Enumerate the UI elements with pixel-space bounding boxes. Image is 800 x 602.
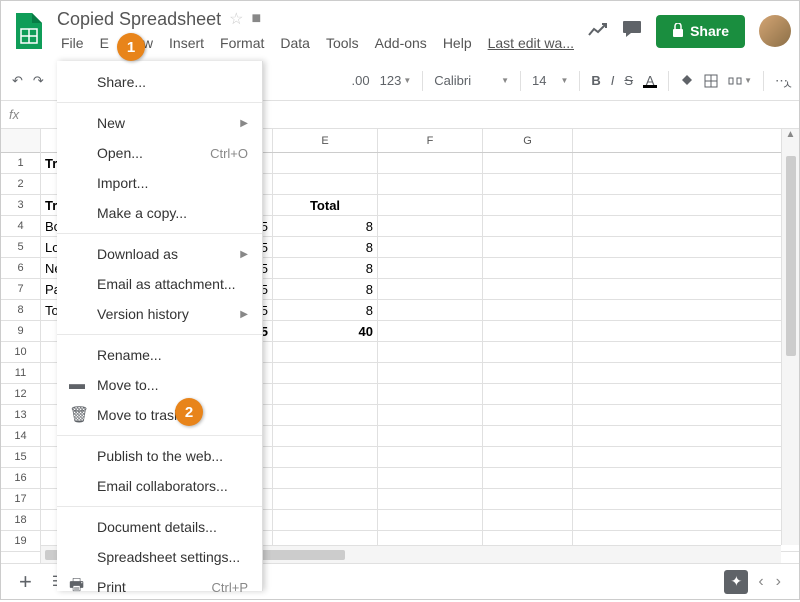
undo-button[interactable]: ↶ bbox=[9, 69, 26, 93]
expand-icon[interactable]: ㅅ bbox=[782, 76, 793, 93]
menu-open[interactable]: Open...Ctrl+O bbox=[57, 138, 262, 168]
bold-button[interactable]: B bbox=[588, 69, 603, 92]
menu-import[interactable]: Import... bbox=[57, 168, 262, 198]
print-icon: 🖶 bbox=[69, 574, 84, 601]
folder-icon[interactable]: ■ bbox=[251, 10, 261, 28]
add-sheet-button[interactable]: + bbox=[9, 569, 42, 595]
scroll-up-icon[interactable]: ▲ bbox=[783, 129, 799, 140]
file-menu-dropdown: Share... New▶ Open...Ctrl+O Import... Ma… bbox=[57, 61, 263, 591]
chevron-right-icon: ▶ bbox=[240, 249, 248, 260]
menu-new[interactable]: New▶ bbox=[57, 108, 262, 138]
scroll-thumb[interactable] bbox=[786, 156, 796, 356]
callout-badge: 1 bbox=[117, 33, 145, 61]
cell[interactable]: 8 bbox=[273, 237, 378, 257]
folder-icon: ▬ bbox=[69, 376, 85, 394]
chevron-right-icon: ▶ bbox=[240, 118, 248, 129]
cell[interactable]: 8 bbox=[273, 258, 378, 278]
menu-edit[interactable]: E bbox=[92, 32, 117, 54]
row-header[interactable]: 17 bbox=[1, 489, 40, 510]
callout-badge: 2 bbox=[175, 398, 203, 426]
italic-button[interactable]: I bbox=[608, 69, 618, 92]
cell[interactable]: 8 bbox=[273, 279, 378, 299]
explore-button[interactable]: ✦ bbox=[724, 570, 748, 594]
menu-email-attachment[interactable]: Email as attachment... bbox=[57, 269, 262, 299]
col-header[interactable]: G bbox=[483, 129, 573, 152]
cell[interactable]: 40 bbox=[273, 321, 378, 341]
menu-doc-details[interactable]: Document details... bbox=[57, 512, 262, 542]
doc-title[interactable]: Copied Spreadsheet bbox=[57, 9, 221, 30]
row-header[interactable]: 16 bbox=[1, 468, 40, 489]
row-header[interactable]: 15 bbox=[1, 447, 40, 468]
row-header[interactable]: 3 bbox=[1, 195, 40, 216]
star-icon[interactable]: ☆ bbox=[229, 9, 243, 29]
merge-button[interactable]: ▼ bbox=[725, 70, 755, 92]
row-header[interactable]: 2 bbox=[1, 174, 40, 195]
menu-move-to-trash[interactable]: 🗑Move to trash bbox=[57, 400, 262, 430]
menu-share[interactable]: Share... bbox=[57, 67, 262, 97]
font-select[interactable]: Calibri▼ bbox=[431, 69, 512, 92]
menu-help[interactable]: Help bbox=[435, 32, 480, 54]
share-button[interactable]: Share bbox=[656, 15, 745, 48]
fx-label: fx bbox=[9, 107, 19, 122]
menu-format[interactable]: Format bbox=[212, 32, 272, 54]
menu-file[interactable]: File bbox=[53, 32, 92, 54]
row-header[interactable]: 6 bbox=[1, 258, 40, 279]
menu-insert[interactable]: Insert bbox=[161, 32, 212, 54]
borders-button[interactable] bbox=[701, 70, 721, 92]
menu-make-copy[interactable]: Make a copy... bbox=[57, 198, 262, 228]
menu-email-collab[interactable]: Email collaborators... bbox=[57, 471, 262, 501]
menu-data[interactable]: Data bbox=[272, 32, 318, 54]
menu-rename[interactable]: Rename... bbox=[57, 340, 262, 370]
menu-tools[interactable]: Tools bbox=[318, 32, 367, 54]
row-header[interactable]: 9 bbox=[1, 321, 40, 342]
row-header[interactable]: 10 bbox=[1, 342, 40, 363]
scrollbar-vertical[interactable]: ▲ bbox=[781, 129, 799, 545]
menu-move-to[interactable]: ▬Move to... bbox=[57, 370, 262, 400]
row-header[interactable]: 4 bbox=[1, 216, 40, 237]
decrease-decimal[interactable]: .00 bbox=[349, 69, 373, 92]
strike-button[interactable]: S bbox=[621, 69, 636, 92]
menu-download[interactable]: Download as▶ bbox=[57, 239, 262, 269]
lock-icon bbox=[672, 23, 684, 40]
row-header[interactable]: 12 bbox=[1, 384, 40, 405]
format-123[interactable]: 123▼ bbox=[377, 69, 415, 92]
sheets-logo[interactable] bbox=[9, 11, 49, 51]
menu-version-history[interactable]: Version history▶ bbox=[57, 299, 262, 329]
row-header[interactable]: 14 bbox=[1, 426, 40, 447]
row-header[interactable]: 7 bbox=[1, 279, 40, 300]
cell[interactable]: Total bbox=[273, 195, 378, 215]
font-size[interactable]: 14▼ bbox=[529, 69, 571, 92]
chevron-right-icon: ▶ bbox=[240, 309, 248, 320]
chevron-right-icon[interactable]: › bbox=[776, 573, 781, 591]
row-header[interactable]: 1 bbox=[1, 153, 40, 174]
menu-settings[interactable]: Spreadsheet settings... bbox=[57, 542, 262, 572]
select-all-corner[interactable] bbox=[1, 129, 40, 153]
chevron-left-icon[interactable]: ‹ bbox=[758, 573, 763, 591]
row-header[interactable]: 8 bbox=[1, 300, 40, 321]
menu-addons[interactable]: Add-ons bbox=[367, 32, 435, 54]
menu-print[interactable]: 🖶PrintCtrl+P bbox=[57, 572, 262, 602]
redo-button[interactable]: ↷ bbox=[30, 69, 47, 93]
last-edit[interactable]: Last edit wa... bbox=[480, 32, 582, 54]
col-header[interactable]: F bbox=[378, 129, 483, 152]
row-header[interactable]: 5 bbox=[1, 237, 40, 258]
row-header[interactable]: 18 bbox=[1, 510, 40, 531]
cell[interactable]: 8 bbox=[273, 216, 378, 236]
menu-publish[interactable]: Publish to the web... bbox=[57, 441, 262, 471]
cell[interactable]: 8 bbox=[273, 300, 378, 320]
col-header[interactable]: E bbox=[273, 129, 378, 152]
share-label: Share bbox=[690, 23, 729, 39]
avatar[interactable] bbox=[759, 15, 791, 47]
trash-icon: 🗑 bbox=[69, 405, 89, 425]
trend-icon[interactable] bbox=[588, 21, 608, 42]
comment-icon[interactable] bbox=[622, 20, 642, 43]
fill-color-button[interactable] bbox=[677, 70, 697, 92]
row-header[interactable]: 19 bbox=[1, 531, 40, 552]
row-header[interactable]: 13 bbox=[1, 405, 40, 426]
text-color-button[interactable]: A bbox=[640, 69, 660, 92]
row-header[interactable]: 11 bbox=[1, 363, 40, 384]
